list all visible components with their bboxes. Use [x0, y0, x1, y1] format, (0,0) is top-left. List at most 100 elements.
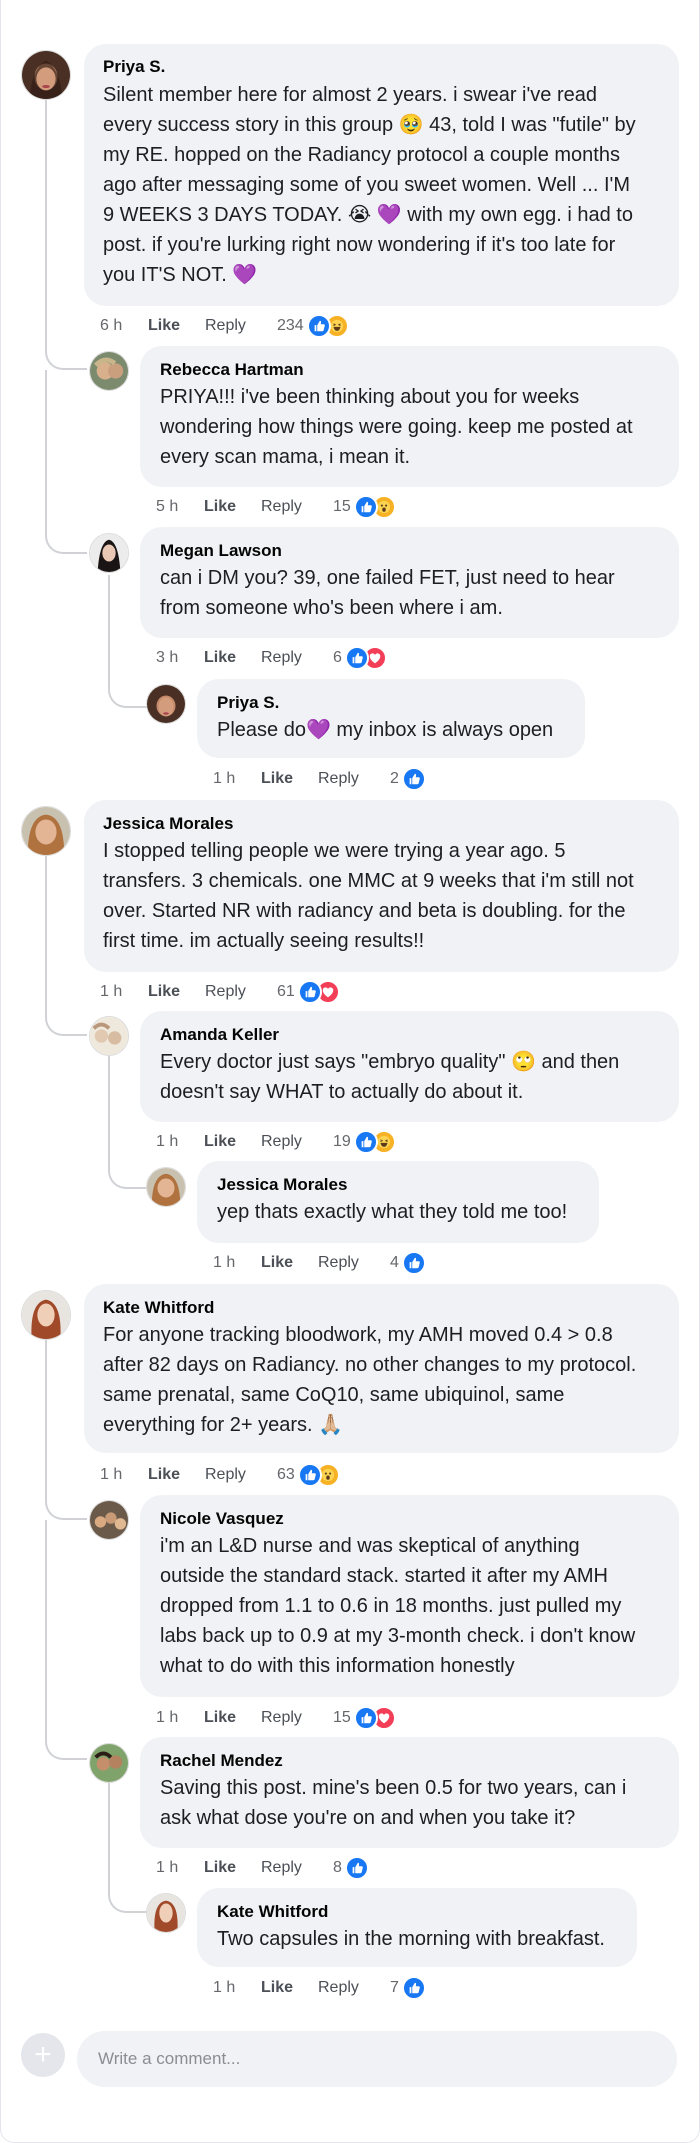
reaction-icons[interactable] [353, 495, 396, 519]
reaction-icons[interactable] [344, 1856, 369, 1880]
reaction-count[interactable]: 19 [333, 1133, 351, 1151]
comment-text: can i DM you? 39, one failed FET, just n… [160, 567, 615, 619]
reaction-count[interactable]: 2 [390, 770, 399, 788]
thumbs-up-icon [353, 1706, 378, 1730]
comment-actions: 3 h Like Reply 6 [156, 645, 387, 671]
thumbs-up-icon [344, 646, 369, 670]
avatar[interactable] [146, 1167, 186, 1207]
plus-icon[interactable]: + [21, 2033, 65, 2077]
thumbs-up-icon [297, 1463, 322, 1487]
comment-author[interactable]: Megan Lawson [160, 541, 282, 561]
comment-author[interactable]: Nicole Vasquez [160, 1509, 284, 1529]
avatar[interactable] [146, 1893, 186, 1933]
reaction-count[interactable]: 15 [333, 498, 351, 516]
comment-time[interactable]: 1 h [156, 1859, 204, 1877]
reaction-icons[interactable] [401, 1251, 426, 1275]
comment-text: Saving this post. mine's been 0.5 for tw… [160, 1777, 627, 1829]
reaction-icons[interactable] [401, 1976, 426, 2000]
avatar[interactable] [89, 351, 129, 391]
avatar[interactable] [21, 1290, 71, 1340]
comment-text: For anyone tracking bloodwork, my AMH mo… [103, 1324, 637, 1436]
comment-author[interactable]: Rachel Mendez [160, 1751, 283, 1771]
reply-button[interactable]: Reply [261, 498, 333, 516]
reaction-icons[interactable] [344, 646, 387, 670]
reaction-count[interactable]: 7 [390, 1979, 399, 1997]
comment-time[interactable]: 3 h [156, 649, 204, 667]
reply-button[interactable]: Reply [205, 317, 277, 335]
reply-button[interactable]: Reply [318, 1254, 390, 1272]
comment-actions: 1 h Like Reply 4 [213, 1250, 426, 1276]
like-button[interactable]: Like [204, 1859, 261, 1877]
reaction-count[interactable]: 4 [390, 1254, 399, 1272]
comment-time[interactable]: 6 h [100, 317, 148, 335]
comment-actions: 1 h Like Reply 61 [100, 979, 340, 1005]
comment-author[interactable]: Amanda Keller [160, 1025, 279, 1045]
avatar[interactable] [21, 50, 71, 100]
like-button[interactable]: Like [204, 498, 261, 516]
reaction-icons[interactable] [306, 314, 349, 338]
comment-author[interactable]: Kate Whitford [217, 1902, 328, 1922]
reply-button[interactable]: Reply [205, 1466, 277, 1484]
comment-actions: 6 h Like Reply 234 [100, 313, 349, 339]
like-button[interactable]: Like [204, 1709, 261, 1727]
comment-author[interactable]: Priya S. [217, 693, 279, 713]
reaction-icons[interactable] [297, 1463, 340, 1487]
comment-time[interactable]: 1 h [100, 983, 148, 1001]
reaction-count[interactable]: 61 [277, 983, 295, 1001]
reply-button[interactable]: Reply [318, 1979, 390, 1997]
thread-connector [45, 300, 87, 370]
avatar[interactable] [89, 533, 129, 573]
like-button[interactable]: Like [148, 1466, 205, 1484]
avatar[interactable] [21, 806, 71, 856]
comment-time[interactable]: 1 h [213, 1979, 261, 1997]
reply-button[interactable]: Reply [318, 770, 390, 788]
like-button[interactable]: Like [148, 317, 205, 335]
reaction-icons[interactable] [353, 1706, 396, 1730]
avatar[interactable] [146, 684, 186, 724]
thread-connector [45, 1460, 87, 1520]
reply-button[interactable]: Reply [261, 1859, 333, 1877]
reaction-count[interactable]: 6 [333, 649, 342, 667]
comment-author[interactable]: Kate Whitford [103, 1298, 214, 1318]
reaction-count[interactable]: 15 [333, 1709, 351, 1727]
reaction-icons[interactable] [401, 767, 426, 791]
comment-time[interactable]: 1 h [213, 1254, 261, 1272]
comment-time[interactable]: 1 h [156, 1709, 204, 1727]
reaction-count[interactable]: 234 [277, 317, 304, 335]
reaction-count[interactable]: 63 [277, 1466, 295, 1484]
comment-actions: 1 h Like Reply 7 [213, 1975, 426, 2001]
comment-author[interactable]: Rebecca Hartman [160, 360, 304, 380]
like-button[interactable]: Like [261, 770, 318, 788]
reaction-count[interactable]: 8 [333, 1859, 342, 1877]
like-button[interactable]: Like [261, 1254, 318, 1272]
reply-button[interactable]: Reply [261, 1709, 333, 1727]
avatar[interactable] [89, 1743, 129, 1783]
avatar[interactable] [89, 1016, 129, 1056]
like-button[interactable]: Like [261, 1979, 318, 1997]
comment-time[interactable]: 1 h [156, 1133, 204, 1151]
reply-button[interactable]: Reply [205, 983, 277, 1001]
comment-actions: 1 h Like Reply 8 [156, 1855, 369, 1881]
comment-input[interactable] [77, 2031, 677, 2087]
comment-text: Two capsules in the morning with breakfa… [217, 1928, 605, 1950]
thumbs-up-icon [297, 980, 322, 1004]
comment-actions: 1 h Like Reply 15 [156, 1705, 396, 1731]
like-button[interactable]: Like [204, 1133, 261, 1151]
reply-button[interactable]: Reply [261, 1133, 333, 1151]
thumbs-up-icon [306, 314, 331, 338]
comment-author[interactable]: Jessica Morales [103, 814, 233, 834]
like-button[interactable]: Like [204, 649, 261, 667]
reaction-icons[interactable] [297, 980, 340, 1004]
comment-author[interactable]: Jessica Morales [217, 1175, 347, 1195]
thumbs-up-icon [401, 767, 426, 791]
comment-author[interactable]: Priya S. [103, 57, 165, 77]
reply-button[interactable]: Reply [261, 649, 333, 667]
avatar[interactable] [89, 1500, 129, 1540]
like-button[interactable]: Like [148, 983, 205, 1001]
comment-time[interactable]: 1 h [213, 770, 261, 788]
thread-line [45, 100, 47, 330]
reaction-icons[interactable] [353, 1130, 396, 1154]
comment-time[interactable]: 5 h [156, 498, 204, 516]
comment-text: Please do💜 my inbox is always open [217, 719, 554, 741]
comment-time[interactable]: 1 h [100, 1466, 148, 1484]
